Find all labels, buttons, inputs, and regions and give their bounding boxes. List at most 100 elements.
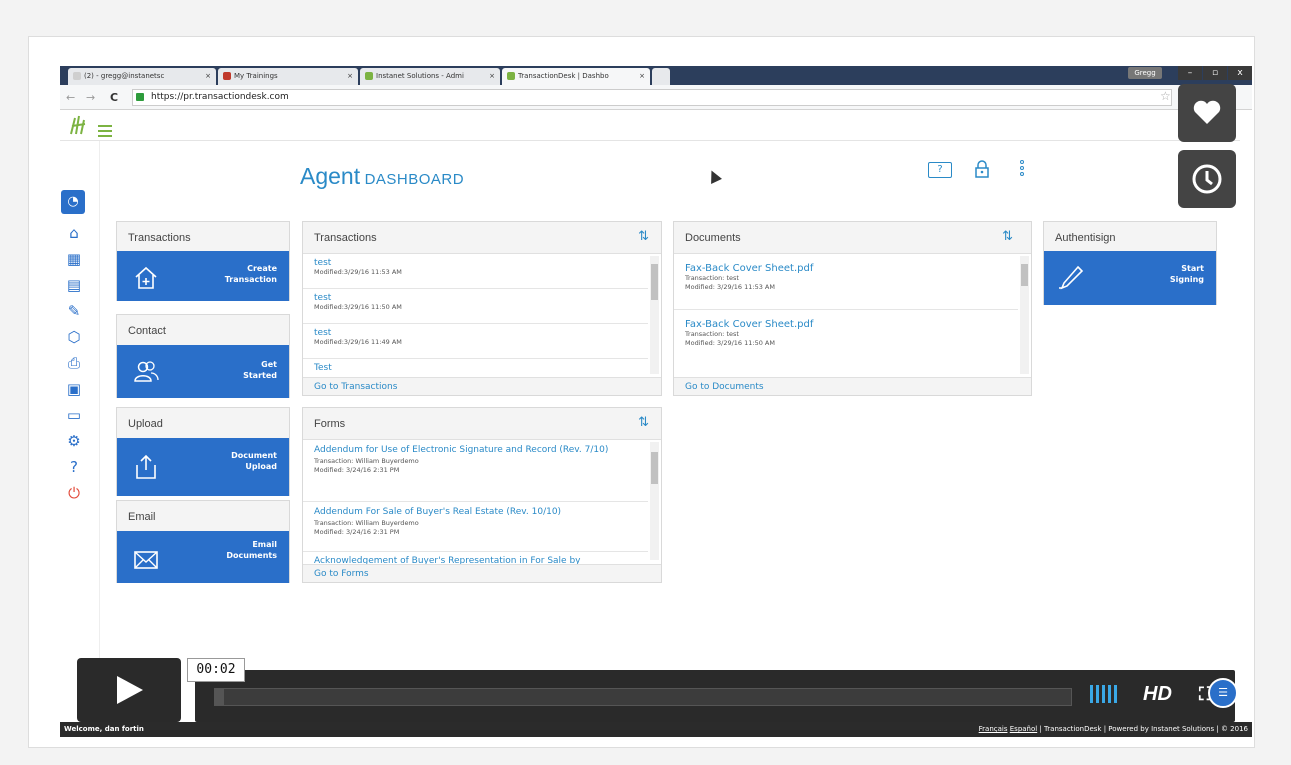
like-button[interactable]	[1178, 84, 1236, 142]
trainings-icon	[223, 72, 231, 80]
help-icon[interactable]: ?	[928, 162, 952, 178]
calendar-nav-icon[interactable]: ▦	[64, 250, 84, 268]
card-title: Email	[117, 501, 289, 533]
page-title: Agent DASHBOARD	[300, 163, 465, 189]
close-window-icon[interactable]: x	[1228, 66, 1252, 80]
forms-list: Addendum for Use of Electronic Signature…	[303, 440, 648, 564]
envelope-icon	[134, 551, 158, 569]
list-item[interactable]: Addendum for Use of Electronic Signature…	[303, 440, 648, 502]
document-nav-icon[interactable]: ▤	[64, 276, 84, 294]
list-item[interactable]: test Modified:3/29/16 11:49 AM	[303, 324, 648, 359]
list-item[interactable]: Fax-Back Cover Sheet.pdf Transaction: te…	[674, 310, 1018, 366]
go-to-documents-link[interactable]: Go to Documents	[674, 377, 1031, 395]
back-icon[interactable]: ←	[66, 91, 75, 104]
list-item[interactable]: Test	[303, 359, 648, 376]
close-tab-icon[interactable]: ×	[489, 72, 495, 80]
forms-panel: Forms ⇅ Addendum for Use of Electronic S…	[302, 407, 662, 583]
minimize-icon[interactable]: –	[1178, 66, 1202, 80]
card-title: Upload	[117, 408, 289, 440]
more-options-icon[interactable]	[1020, 160, 1024, 178]
tile-label: Email Documents	[226, 540, 277, 560]
browser-tab-trainings[interactable]: My Trainings ×	[218, 68, 358, 85]
start-signing-button[interactable]: Start Signing	[1044, 251, 1216, 305]
lang-french-link[interactable]: Français	[979, 725, 1008, 733]
instanet-icon	[507, 72, 515, 80]
dashboard-header	[100, 141, 1240, 206]
menu-icon[interactable]	[98, 125, 112, 137]
list-item[interactable]: Fax-Back Cover Sheet.pdf Transaction: te…	[674, 254, 1018, 310]
documents-panel: Documents ⇅ Fax-Back Cover Sheet.pdf Tra…	[673, 221, 1032, 396]
instanet-icon	[365, 72, 373, 80]
bookmark-star-icon[interactable]: ☆	[1160, 89, 1171, 103]
panel-title: Transactions	[314, 232, 377, 244]
close-tab-icon[interactable]: ×	[639, 72, 645, 80]
secure-lock-icon	[136, 93, 144, 101]
report-nav-icon[interactable]: ▣	[64, 380, 84, 398]
video-progress-bar[interactable]	[214, 688, 1072, 706]
card-title: Authentisign	[1044, 222, 1216, 254]
tile-label: Create Transaction	[224, 264, 277, 284]
page-footer: Welcome, dan fortin Français Español | T…	[60, 722, 1252, 737]
house-plus-icon	[135, 266, 157, 289]
brand-logo-icon	[70, 115, 86, 135]
clock-icon	[1192, 164, 1222, 194]
new-tab-button[interactable]	[652, 68, 670, 85]
chat-icon[interactable]: ☰	[1208, 678, 1238, 708]
list-item[interactable]: test Modified:3/29/16 11:50 AM	[303, 289, 648, 324]
browser-user-chip[interactable]: Gregg	[1128, 67, 1162, 79]
list-item[interactable]: Addendum For Sale of Buyer's Real Estate…	[303, 502, 648, 552]
people-icon	[134, 361, 159, 382]
play-button[interactable]	[77, 658, 181, 722]
progress-fill	[215, 689, 224, 705]
scrollbar[interactable]	[1020, 256, 1029, 374]
maximize-icon[interactable]: ▫	[1203, 66, 1227, 80]
home-nav-icon[interactable]: ⌂	[64, 224, 84, 242]
create-transaction-button[interactable]: Create Transaction	[117, 251, 289, 301]
help-nav-icon[interactable]: ?	[64, 458, 84, 476]
go-to-transactions-link[interactable]: Go to Transactions	[303, 377, 661, 395]
hd-toggle[interactable]: HD	[1143, 683, 1172, 706]
reload-icon[interactable]: C	[110, 91, 118, 104]
dashboard-nav-icon[interactable]: ◔	[61, 190, 85, 214]
transactions-list: test Modified:3/29/16 11:53 AM test Modi…	[303, 254, 648, 378]
get-started-button[interactable]: Get Started	[117, 345, 289, 398]
scrollbar[interactable]	[650, 256, 659, 374]
sort-icon[interactable]: ⇅	[638, 414, 649, 430]
app-header	[60, 111, 1240, 141]
panel-title: Documents	[685, 232, 741, 244]
list-item[interactable]: Acknowledgement of Buyer's Representatio…	[303, 552, 648, 564]
email-documents-button[interactable]: Email Documents	[117, 531, 289, 583]
play-icon	[117, 676, 143, 704]
documents-list: Fax-Back Cover Sheet.pdf Transaction: te…	[674, 254, 1018, 378]
close-tab-icon[interactable]: ×	[347, 72, 353, 80]
upload-icon	[136, 454, 156, 479]
lang-spanish-link[interactable]: Español	[1010, 725, 1037, 733]
go-to-forms-link[interactable]: Go to Forms	[303, 564, 661, 582]
contact-card-nav-icon[interactable]: ▭	[64, 406, 84, 424]
sort-icon[interactable]: ⇅	[638, 228, 649, 244]
sort-icon[interactable]: ⇅	[1002, 228, 1013, 244]
package-nav-icon[interactable]: ⬡	[64, 328, 84, 346]
settings-nav-icon[interactable]: ⚙	[64, 432, 84, 450]
printer-nav-icon[interactable]: ⎙	[64, 354, 84, 372]
list-item[interactable]: test Modified:3/29/16 11:53 AM	[303, 254, 648, 289]
url-field[interactable]: https://pr.transactiondesk.com	[132, 89, 1172, 106]
volume-icon[interactable]	[1090, 685, 1117, 703]
tile-label: Get Started	[243, 360, 277, 380]
tile-label: Document Upload	[231, 451, 277, 471]
browser-tab-dashboard[interactable]: TransactionDesk | Dashbo ×	[502, 68, 650, 85]
watch-later-button[interactable]	[1178, 150, 1236, 208]
tile-label: Start Signing	[1169, 264, 1204, 284]
scrollbar[interactable]	[650, 442, 659, 560]
logout-nav-icon[interactable]: ⏻	[64, 484, 84, 502]
lock-icon[interactable]	[975, 160, 989, 178]
panel-title: Forms	[314, 418, 346, 430]
browser-tab-email[interactable]: (2) - gregg@instanetsc ×	[68, 68, 216, 85]
document-upload-button[interactable]: Document Upload	[117, 438, 289, 496]
welcome-text: Welcome, dan fortin	[64, 725, 144, 733]
close-tab-icon[interactable]: ×	[205, 72, 211, 80]
card-title: Transactions	[117, 222, 289, 254]
browser-tab-admin[interactable]: Instanet Solutions - Admi ×	[360, 68, 500, 85]
pen-nav-icon[interactable]: ✎	[64, 302, 84, 320]
forward-icon[interactable]: →	[86, 91, 95, 104]
